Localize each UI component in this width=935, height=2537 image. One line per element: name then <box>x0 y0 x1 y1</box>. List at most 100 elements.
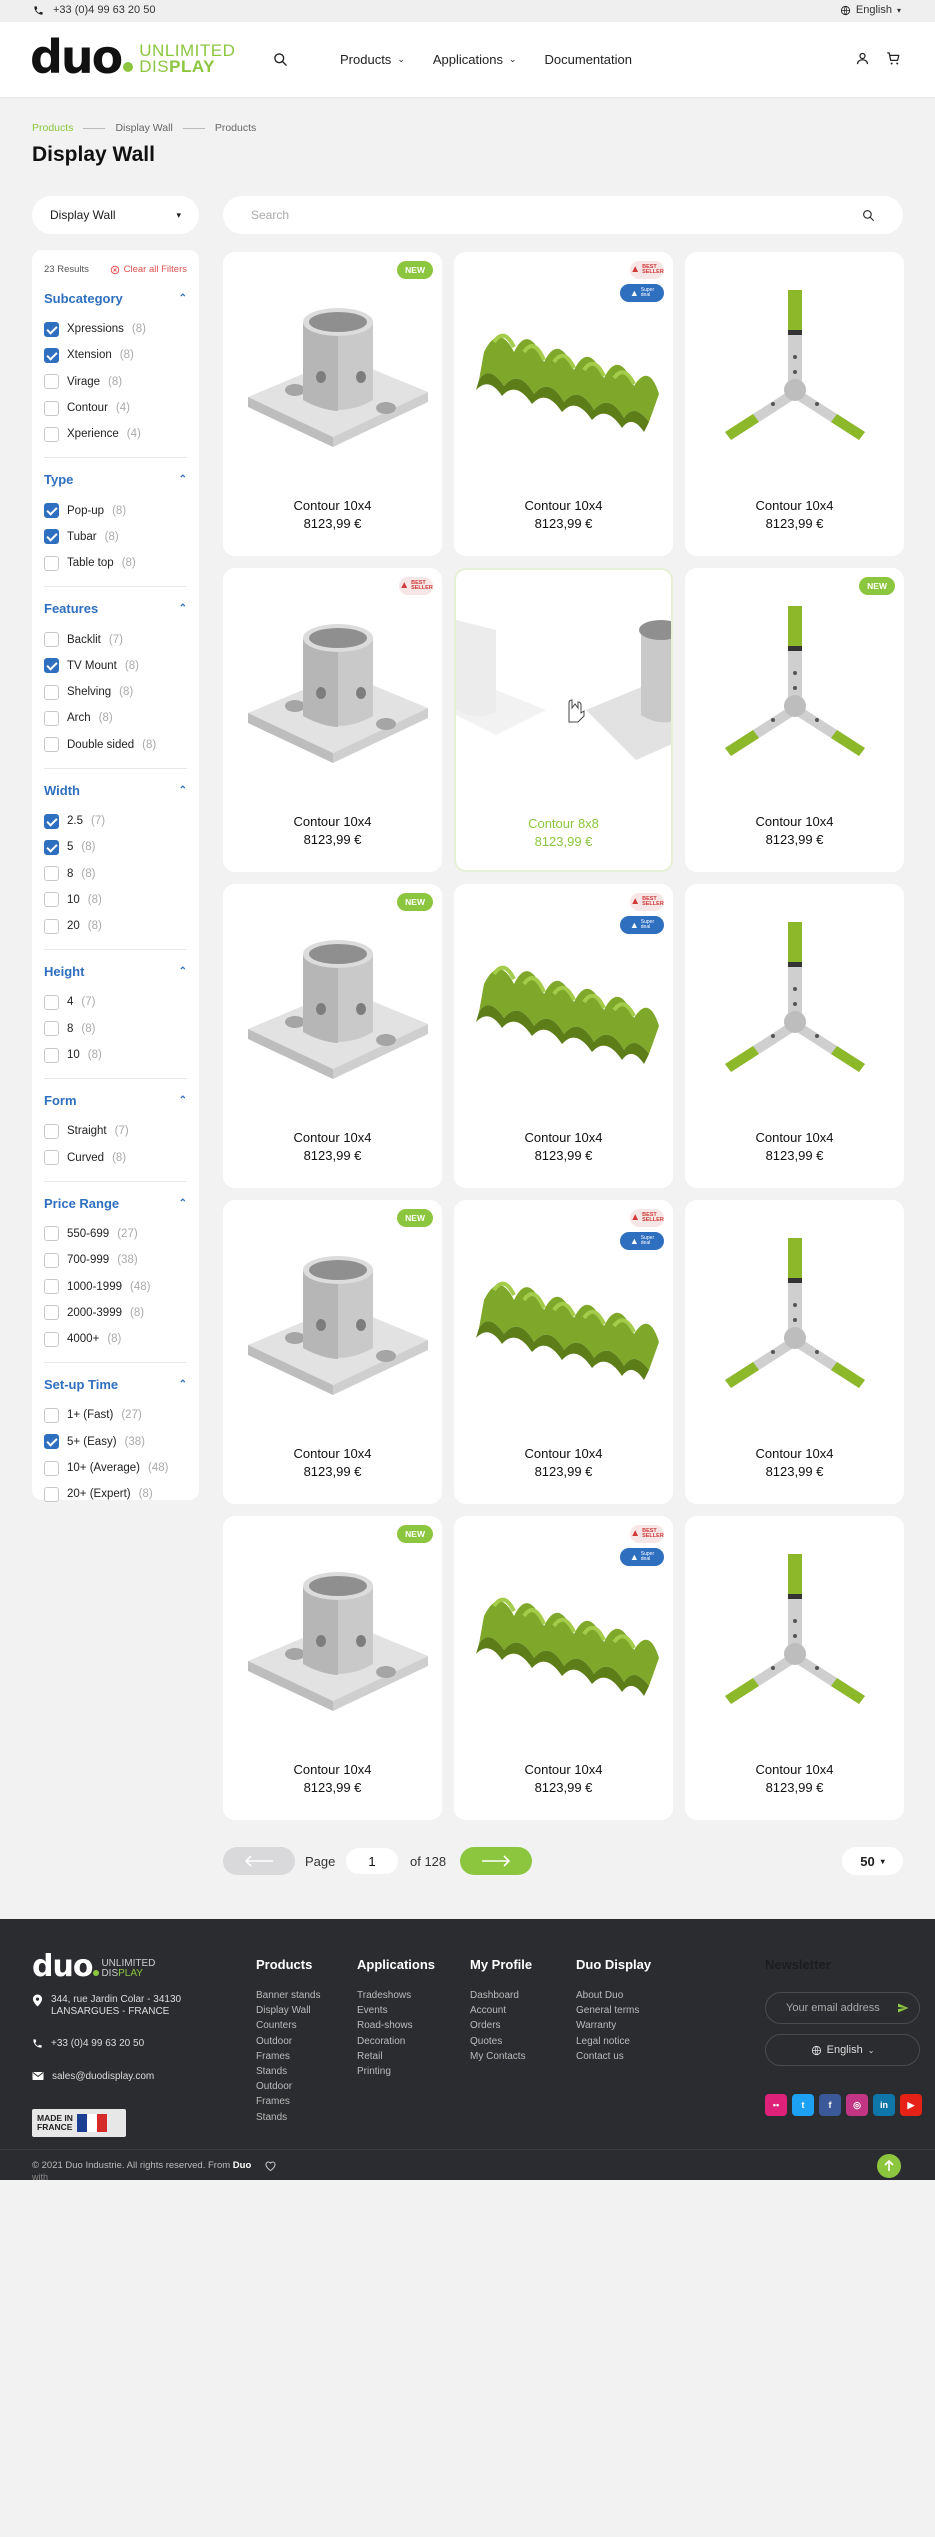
footer-link[interactable]: Stands <box>256 2110 321 2125</box>
product-card[interactable]: ▲ BEST SELLER Contour 10x4 8123,99 € <box>223 568 442 872</box>
checkbox[interactable] <box>44 892 59 908</box>
checkbox[interactable] <box>44 813 59 829</box>
product-card[interactable]: Contour 10x4 8123,99 € <box>685 1516 904 1820</box>
product-name[interactable]: Contour 10x4 <box>454 1130 673 1145</box>
product-image[interactable] <box>223 272 442 472</box>
clear-filters-button[interactable]: Clear all Filters <box>110 264 187 275</box>
filter-group-header[interactable]: Subcategory ⌃ <box>44 291 187 306</box>
footer-link[interactable]: Quotes <box>470 2034 532 2049</box>
checkbox[interactable] <box>44 1460 59 1476</box>
product-card[interactable]: Contour 10x4 8123,99 € <box>685 252 904 556</box>
cart-icon[interactable] <box>886 51 901 66</box>
filter-option[interactable]: 2.5 (7) <box>44 808 187 834</box>
filter-option[interactable]: Straight (7) <box>44 1118 187 1144</box>
product-image[interactable] <box>685 588 904 788</box>
checkbox[interactable] <box>44 503 59 519</box>
filter-option[interactable]: Xtension (8) <box>44 342 187 368</box>
filter-option[interactable]: 550-699 (27) <box>44 1221 187 1247</box>
product-card[interactable]: NEW Contour 10x4 8123,99 € <box>685 568 904 872</box>
flickr-icon[interactable]: •• <box>765 2094 787 2116</box>
checkbox[interactable] <box>44 1021 59 1037</box>
checkbox[interactable] <box>44 1331 59 1347</box>
checkbox[interactable] <box>44 1434 59 1450</box>
filter-option[interactable]: 4000+ (8) <box>44 1326 187 1352</box>
checkbox[interactable] <box>44 555 59 571</box>
next-page-button[interactable] <box>460 1847 532 1875</box>
checkbox[interactable] <box>44 918 59 934</box>
checkbox[interactable] <box>44 529 59 545</box>
product-card[interactable]: NEW Contour 10x4 8123,99 € <box>223 1516 442 1820</box>
twitter-icon[interactable]: t <box>792 2094 814 2116</box>
product-image[interactable] <box>223 588 442 788</box>
filter-option[interactable]: Shelving (8) <box>44 679 187 705</box>
search-icon[interactable] <box>862 209 875 222</box>
checkbox[interactable] <box>44 658 59 674</box>
filter-option[interactable]: 10 (8) <box>44 887 187 913</box>
filter-group-header[interactable]: Width ⌃ <box>44 783 187 798</box>
filter-option[interactable]: 5 (8) <box>44 834 187 860</box>
checkbox[interactable] <box>44 426 59 442</box>
footer-link[interactable]: Events <box>357 2003 435 2018</box>
product-name[interactable]: Contour 10x4 <box>223 814 442 829</box>
checkbox[interactable] <box>44 321 59 337</box>
language-selector[interactable]: English ▾ <box>840 4 901 16</box>
logo[interactable]: duo UNLIMITED DISPLAY <box>30 34 235 80</box>
prev-page-button[interactable] <box>223 1847 295 1875</box>
product-card[interactable]: NEW Contour 10x4 8123,99 € <box>223 252 442 556</box>
copyright-brand[interactable]: Duo <box>233 2160 251 2171</box>
filter-group-header[interactable]: Type ⌃ <box>44 472 187 487</box>
checkbox[interactable] <box>44 632 59 648</box>
youtube-icon[interactable]: ▶ <box>900 2094 922 2116</box>
product-card[interactable]: NEW Contour 10x4 8123,99 € <box>223 1200 442 1504</box>
product-name[interactable]: Contour 10x4 <box>685 814 904 829</box>
checkbox[interactable] <box>44 1047 59 1063</box>
footer-link[interactable]: Account <box>470 2003 532 2018</box>
footer-link[interactable]: Retail <box>357 2049 435 2064</box>
product-card[interactable]: NEW Contour 10x4 8123,99 € <box>223 884 442 1188</box>
filter-option[interactable]: 700-999 (38) <box>44 1247 187 1273</box>
footer-email[interactable]: sales@duodisplay.com <box>32 2071 154 2083</box>
checkbox[interactable] <box>44 1279 59 1295</box>
product-card[interactable]: ▲ BEST SELLER ▲ Super deal Contour 10x4 8123,99… <box>454 1516 673 1820</box>
filter-option[interactable]: 1000-1999 (48) <box>44 1273 187 1299</box>
footer-logo[interactable]: duo UNLIMITED DISPLAY <box>32 1952 155 1982</box>
product-name[interactable]: Contour 10x4 <box>685 1130 904 1145</box>
filter-option[interactable]: Xperience (4) <box>44 421 187 447</box>
product-image[interactable] <box>685 904 904 1104</box>
top-phone[interactable]: +33 (0)4 99 63 20 50 <box>33 4 155 16</box>
header-search-button[interactable] <box>273 52 288 72</box>
product-card[interactable]: Contour 8x8 8123,99 € <box>454 568 673 872</box>
filter-option[interactable]: Curved (8) <box>44 1145 187 1171</box>
checkbox[interactable] <box>44 374 59 390</box>
filter-option[interactable]: 20+ (Expert) (8) <box>44 1481 187 1507</box>
filter-option[interactable]: 20 (8) <box>44 913 187 939</box>
footer-link[interactable]: Display Wall <box>256 2003 321 2018</box>
product-name[interactable]: Contour 10x4 <box>454 1762 673 1777</box>
filter-option[interactable]: Xpressions (8) <box>44 316 187 342</box>
checkbox[interactable] <box>44 737 59 753</box>
footer-link[interactable]: Warranty <box>576 2018 651 2033</box>
footer-link[interactable]: Outdoor <box>256 2034 321 2049</box>
search-input[interactable]: Search <box>223 196 903 234</box>
filter-group-header[interactable]: Price Range ⌃ <box>44 1196 187 1211</box>
footer-language-selector[interactable]: English ⌄ <box>765 2034 920 2066</box>
checkbox[interactable] <box>44 684 59 700</box>
product-name[interactable]: Contour 10x4 <box>454 498 673 513</box>
filter-option[interactable]: TV Mount (8) <box>44 653 187 679</box>
instagram-icon[interactable]: ◎ <box>846 2094 868 2116</box>
breadcrumb-item[interactable]: Display Wall <box>115 122 172 134</box>
filter-group-header[interactable]: Features ⌃ <box>44 601 187 616</box>
product-image[interactable] <box>685 1220 904 1420</box>
footer-link[interactable]: General terms <box>576 2003 651 2018</box>
footer-link[interactable]: Frames <box>256 2094 321 2109</box>
back-to-top-button[interactable] <box>877 2154 901 2178</box>
checkbox[interactable] <box>44 866 59 882</box>
product-image[interactable] <box>454 1536 673 1736</box>
checkbox[interactable] <box>44 1305 59 1321</box>
product-image[interactable] <box>454 904 673 1104</box>
footer-link[interactable]: Printing <box>357 2064 435 2079</box>
product-image[interactable] <box>456 590 671 790</box>
product-image[interactable] <box>685 272 904 472</box>
footer-link[interactable]: Dashboard <box>470 1988 532 2003</box>
product-name[interactable]: Contour 10x4 <box>223 1762 442 1777</box>
